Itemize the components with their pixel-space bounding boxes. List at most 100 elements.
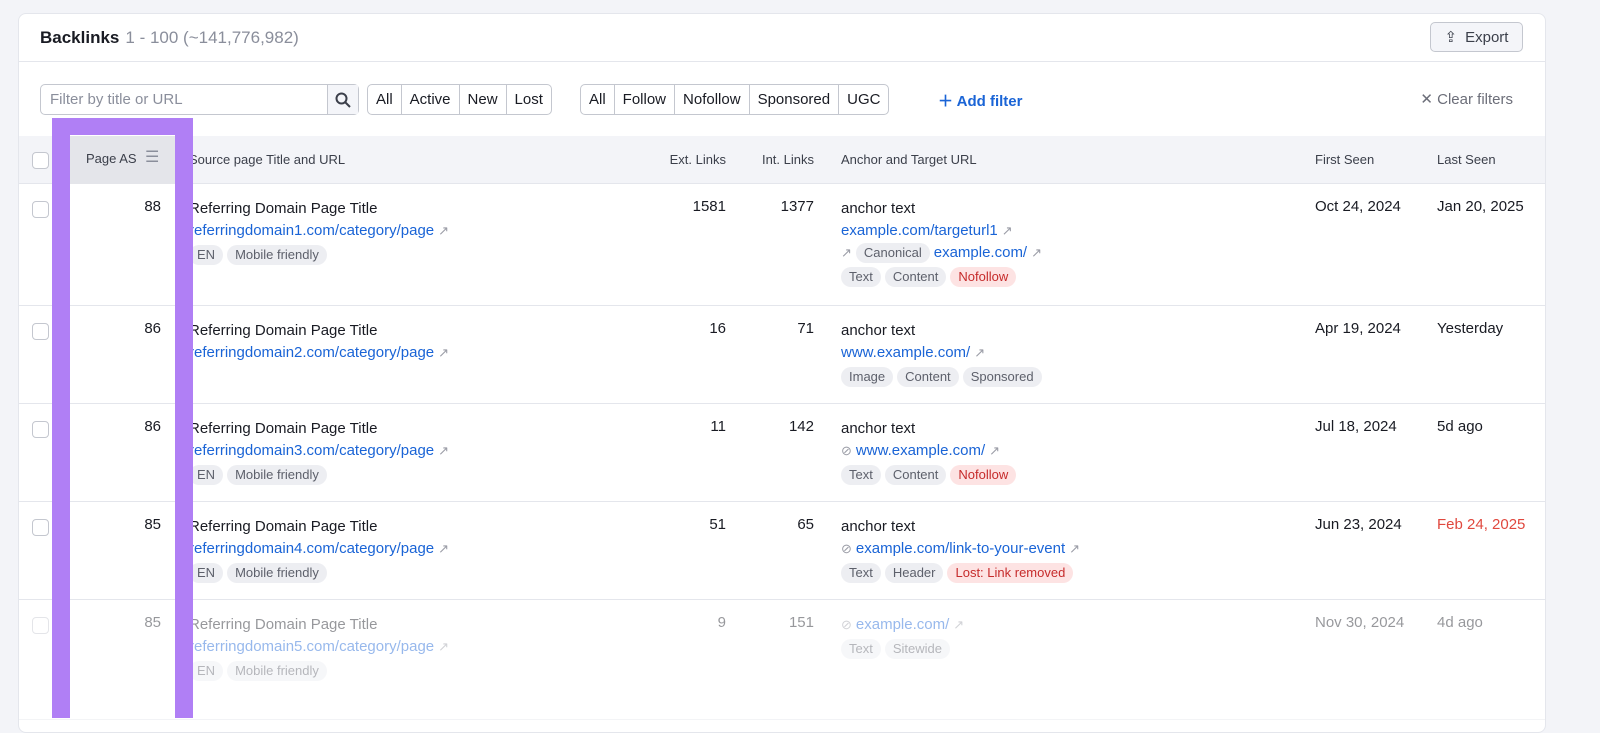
col-page-as[interactable]: Page AS ☰ (70, 136, 177, 184)
source-url-link[interactable]: referringdomain2.com/category/page (189, 344, 434, 361)
source-title: Referring Domain Page Title (189, 420, 378, 437)
type-ugc[interactable]: UGC (838, 85, 888, 114)
source-cell: Referring Domain Page Title referringdom… (189, 418, 449, 486)
external-link-icon[interactable]: ↗ (974, 345, 985, 360)
first-seen: Oct 24, 2024 (1315, 198, 1401, 215)
anchor-text: anchor text (841, 420, 916, 437)
canonical-url-link[interactable]: example.com/ (934, 244, 1027, 261)
row-checkbox[interactable] (32, 201, 49, 218)
status-new[interactable]: New (458, 85, 506, 114)
external-link-icon[interactable]: ↗ (438, 223, 449, 238)
source-title: Referring Domain Page Title (189, 200, 378, 217)
source-url-link[interactable]: referringdomain1.com/category/page (189, 222, 434, 239)
export-button[interactable]: ⇪ Export (1430, 22, 1523, 52)
table-row: 85 Referring Domain Page Title referring… (19, 502, 1545, 600)
col-int-links[interactable]: Int. Links (762, 152, 814, 167)
tag: Mobile friendly (227, 245, 327, 265)
type-all[interactable]: All (581, 85, 614, 114)
col-anchor[interactable]: Anchor and Target URL (841, 152, 977, 167)
source-url-link[interactable]: referringdomain4.com/category/page (189, 540, 434, 557)
col-ext-links[interactable]: Ext. Links (670, 152, 726, 167)
tag: Nofollow (950, 267, 1017, 287)
tag: Lost: Link removed (947, 563, 1074, 583)
col-last-seen[interactable]: Last Seen (1437, 152, 1496, 167)
type-follow[interactable]: Follow (613, 85, 674, 114)
type-nofollow[interactable]: Nofollow (674, 85, 749, 114)
source-cell: Referring Domain Page Title referringdom… (189, 320, 449, 388)
broken-link-icon: ⊘ (841, 443, 852, 458)
target-url-link[interactable]: www.example.com/ (856, 442, 985, 459)
external-link-icon[interactable]: ↗ (438, 639, 449, 654)
type-sponsored[interactable]: Sponsored (748, 85, 839, 114)
row-checkbox[interactable] (32, 323, 49, 340)
tag: Content (884, 465, 947, 485)
status-active[interactable]: Active (400, 85, 459, 114)
source-title: Referring Domain Page Title (189, 322, 378, 339)
first-seen: Nov 30, 2024 (1315, 614, 1405, 631)
status-lost[interactable]: Lost (505, 85, 551, 114)
tag: Text (841, 563, 881, 583)
last-seen: Feb 24, 2025 (1437, 516, 1526, 533)
backlinks-card: Backlinks 1 - 100 (~141,776,982) ⇪ Export … (18, 13, 1546, 733)
tag: Mobile friendly (227, 661, 327, 681)
clear-filters-button[interactable]: ✕ Clear filters (1420, 90, 1513, 108)
tag: EN (189, 563, 224, 583)
source-url-link[interactable]: referringdomain5.com/category/page (189, 638, 434, 655)
external-link-icon[interactable]: ↗ (989, 443, 1000, 458)
col-first-seen[interactable]: First Seen (1315, 152, 1374, 167)
anchor-cell: anchor text ⊘ example.com/link-to-your-eve… (841, 516, 1080, 584)
search-box (40, 84, 359, 115)
tag: Text (841, 639, 881, 659)
row-checkbox[interactable] (32, 421, 49, 438)
last-seen: Jan 20, 2025 (1437, 198, 1524, 215)
table-row: 86 Referring Domain Page Title referring… (19, 306, 1545, 404)
anchor-cell: anchor text example.com/targeturl1 ↗ ↗ Canon… (841, 198, 1042, 288)
sort-icon: ☰ (145, 149, 160, 166)
canonical-tag: Canonical (855, 243, 930, 263)
page-as-value: 85 (144, 614, 161, 631)
search-input[interactable] (41, 85, 327, 114)
anchor-cell: ⊘ example.com/ ↗ Text Sitewide (841, 614, 964, 660)
external-link-icon[interactable]: ↗ (1002, 223, 1013, 238)
first-seen: Jul 18, 2024 (1315, 418, 1397, 435)
status-all[interactable]: All (368, 85, 401, 114)
export-label: Export (1465, 28, 1509, 46)
tag: Nofollow (950, 465, 1017, 485)
close-icon: ✕ (1420, 91, 1438, 108)
status-filter: All Active New Lost (367, 84, 552, 115)
target-url-link[interactable]: example.com/ (856, 616, 949, 633)
tag: Content (897, 367, 959, 387)
target-url-link[interactable]: example.com/link-to-your-event (856, 540, 1065, 557)
page-as-value: 86 (144, 418, 161, 435)
ext-links-value: 1581 (692, 198, 726, 215)
table-row: 85 Referring Domain Page Title referring… (19, 600, 1545, 720)
search-button[interactable] (327, 85, 358, 114)
tag: EN (189, 245, 224, 265)
target-url-link[interactable]: example.com/targeturl1 (841, 222, 998, 239)
page-as-value: 88 (144, 198, 161, 215)
external-link-icon[interactable]: ↗ (438, 443, 449, 458)
col-source[interactable]: Source page Title and URL (189, 152, 345, 167)
anchor-text: anchor text (841, 200, 916, 217)
external-link-icon[interactable]: ↗ (1069, 541, 1080, 556)
page-as-value: 85 (144, 516, 161, 533)
external-link-icon[interactable]: ↗ (1031, 245, 1042, 260)
select-all-checkbox[interactable] (32, 152, 49, 169)
ext-links-value: 16 (709, 320, 726, 337)
add-filter-button[interactable]: ＋ Add filter (938, 90, 1022, 111)
ext-links-value: 51 (709, 516, 726, 533)
anchor-text: anchor text (841, 518, 916, 535)
row-checkbox[interactable] (32, 519, 49, 536)
target-url-link[interactable]: www.example.com/ (841, 344, 970, 361)
tag: Text (841, 267, 881, 287)
source-url-link[interactable]: referringdomain3.com/category/page (189, 442, 434, 459)
row-checkbox[interactable] (32, 617, 49, 634)
external-link-icon[interactable]: ↗ (438, 345, 449, 360)
broken-link-icon: ⊘ (841, 541, 852, 556)
external-link-icon[interactable]: ↗ (438, 541, 449, 556)
last-seen: Yesterday (1437, 320, 1504, 337)
first-seen: Jun 23, 2024 (1315, 516, 1402, 533)
ext-links-value: 9 (717, 614, 726, 631)
external-link-icon[interactable]: ↗ (953, 617, 964, 632)
source-cell: Referring Domain Page Title referringdom… (189, 516, 449, 584)
